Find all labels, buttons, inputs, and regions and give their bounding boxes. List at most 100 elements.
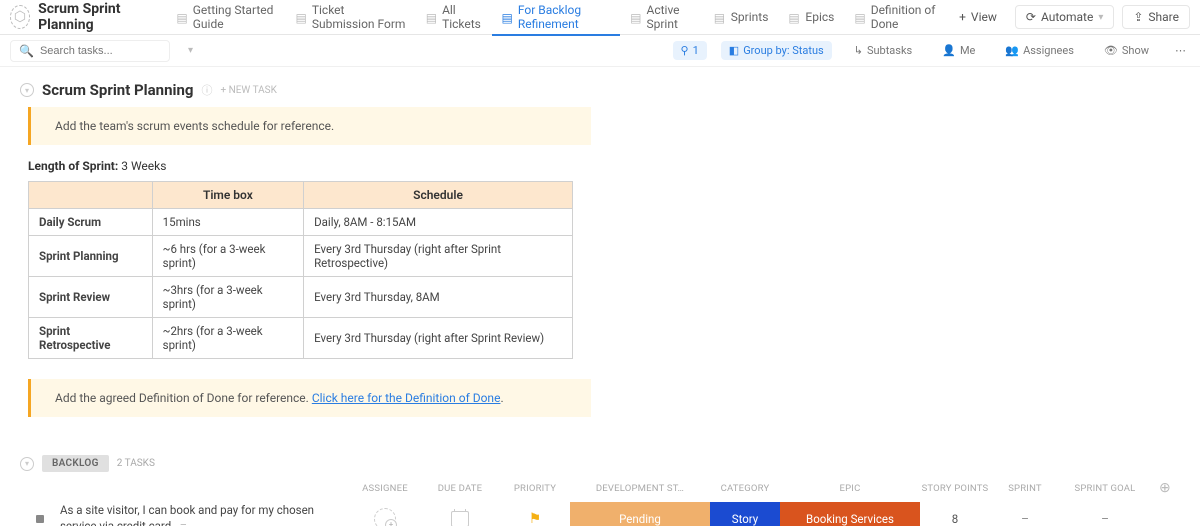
person-icon: 👤: [942, 44, 956, 57]
subtasks-label: Subtasks: [867, 44, 912, 57]
schedule-col-header: [29, 182, 153, 209]
column-header: CATEGORY: [710, 483, 780, 494]
board-icon: ▤: [630, 11, 641, 23]
search-input[interactable]: [40, 45, 182, 57]
share-button[interactable]: ⇪ Share: [1122, 5, 1190, 29]
schedule-row: Daily Scrum15minsDaily, 8AM - 8:15AM: [29, 209, 573, 236]
list-icon: ▤: [714, 11, 726, 23]
assignee-cell[interactable]: [350, 508, 420, 526]
task-title[interactable]: As a site visitor, I can book and pay fo…: [60, 503, 350, 526]
sprint-cell[interactable]: –: [990, 512, 1060, 526]
schedule-row: Sprint Planning~6 hrs (for a 3-week spri…: [29, 236, 573, 277]
list-icon: ▤: [426, 11, 437, 23]
automate-button[interactable]: ⟳ Automate ▾: [1015, 5, 1114, 29]
priority-cell[interactable]: ⚑: [500, 511, 570, 526]
calendar-icon: [451, 511, 469, 526]
group-icon: ◧: [729, 44, 739, 57]
sprint-goal-cell[interactable]: –: [1060, 512, 1150, 526]
tab-label: Sprints: [731, 10, 769, 24]
tab-ticket-submission-form[interactable]: ▤ Ticket Submission Form: [286, 0, 416, 35]
event-timebox: ~6 hrs (for a 3-week sprint): [152, 236, 303, 277]
tab-epics[interactable]: ▤Epics: [778, 0, 844, 35]
people-icon: 👥: [1005, 44, 1019, 57]
show-toggle[interactable]: 👁 Show: [1096, 41, 1157, 60]
due-date-cell[interactable]: [420, 511, 500, 526]
schedule-col-header: Schedule: [304, 182, 573, 209]
add-view-button[interactable]: + View: [949, 6, 1007, 28]
event-schedule: Every 3rd Thursday (right after Sprint R…: [304, 236, 573, 277]
project-icon: ⬡: [10, 5, 30, 29]
more-options[interactable]: ⋯: [1171, 44, 1190, 57]
column-header: PRIORITY: [500, 483, 570, 494]
tab-label: Getting Started Guide: [193, 3, 276, 31]
assignees-label: Assignees: [1023, 44, 1074, 57]
event-name: Daily Scrum: [29, 209, 153, 236]
schedule-table: Time boxSchedule Daily Scrum15minsDaily,…: [28, 181, 573, 359]
search-icon: 🔍: [19, 44, 34, 58]
tab-definition-of-done[interactable]: ▤Definition of Done: [844, 0, 949, 35]
story-points[interactable]: 8: [920, 512, 990, 526]
assignees-filter[interactable]: 👥 Assignees: [997, 41, 1082, 60]
backlog-columns: ASSIGNEEDUE DATEPRIORITYDEVELOPMENT ST…C…: [20, 478, 1180, 502]
tab-for-backlog-refinement[interactable]: ▤For Backlog Refinement: [492, 0, 621, 35]
task-handle[interactable]: [20, 515, 60, 523]
tab-active-sprint[interactable]: ▤ Active Sprint: [620, 0, 704, 35]
new-task-inline[interactable]: + NEW TASK: [220, 85, 276, 96]
subtasks-icon: ↳: [854, 44, 863, 57]
sprint-length-value: 3 Weeks: [121, 159, 166, 173]
backlog-status-chip[interactable]: BACKLOG: [42, 455, 109, 472]
note-schedule: Add the team's scrum events schedule for…: [28, 107, 591, 145]
add-column[interactable]: ⊕: [1150, 480, 1180, 496]
collapse-toggle[interactable]: ▾: [20, 83, 34, 97]
dev-status-tag[interactable]: Pending: [570, 502, 710, 526]
subtasks-toggle[interactable]: ↳ Subtasks: [846, 41, 921, 60]
filter-count-chip[interactable]: ⚲ 1: [673, 41, 707, 60]
tab-sprints[interactable]: ▤ Sprints: [704, 0, 779, 35]
section-title: Scrum Sprint Planning: [42, 81, 193, 99]
column-header: EPIC: [780, 483, 920, 494]
plus-icon: +: [959, 10, 966, 24]
column-header: DUE DATE: [420, 483, 500, 494]
task-count: 2 TASKS: [117, 458, 155, 469]
share-label: Share: [1148, 10, 1179, 24]
share-icon: ⇪: [1133, 10, 1143, 24]
tab-label: Ticket Submission Form: [312, 3, 406, 31]
filter-count: 1: [693, 44, 699, 57]
content-area: ▾ Scrum Sprint Planning ⓘ + NEW TASK Add…: [0, 67, 1200, 526]
eye-icon: 👁: [1104, 44, 1118, 57]
form-icon: ▤: [296, 11, 307, 23]
collapse-backlog[interactable]: ▾: [20, 457, 34, 471]
tab-label: Active Sprint: [646, 3, 693, 31]
tab-getting-started-guide[interactable]: ▤ Getting Started Guide: [166, 0, 285, 35]
category-tag[interactable]: Story: [710, 502, 780, 526]
tab-all-tickets[interactable]: ▤All Tickets: [416, 0, 492, 35]
task-row[interactable]: As a site visitor, I can book and pay fo…: [20, 502, 1180, 526]
chevron-down-icon[interactable]: ▾: [188, 45, 193, 56]
epic-tag[interactable]: Booking Services: [780, 502, 920, 526]
column-header: SPRINT: [990, 483, 1060, 494]
note2-post: .: [500, 391, 503, 405]
me-filter[interactable]: 👤 Me: [934, 41, 983, 60]
note2-pre: Add the agreed Definition of Done for re…: [55, 391, 312, 405]
column-header: SPRINT GOAL: [1060, 483, 1150, 494]
assignee-placeholder[interactable]: [374, 508, 396, 526]
info-icon[interactable]: ⓘ: [201, 82, 212, 98]
search-input-wrap[interactable]: 🔍 ▾: [10, 40, 170, 62]
event-schedule: Every 3rd Thursday, 8AM: [304, 277, 573, 318]
sprint-length-label: Length of Sprint:: [28, 159, 118, 173]
doc-icon: ▤: [176, 11, 187, 23]
doc-icon: ▤: [854, 11, 865, 23]
note1-text: Add the team's scrum events schedule for…: [55, 119, 334, 133]
event-timebox: 15mins: [152, 209, 303, 236]
note-dod: Add the agreed Definition of Done for re…: [28, 379, 591, 417]
event-timebox: ~2hrs (for a 3-week sprint): [152, 318, 303, 359]
automate-label: Automate: [1041, 10, 1093, 24]
dod-link[interactable]: Click here for the Definition of Done: [312, 391, 501, 405]
schedule-row: Sprint Retrospective~2hrs (for a 3-week …: [29, 318, 573, 359]
event-schedule: Daily, 8AM - 8:15AM: [304, 209, 573, 236]
group-by-chip[interactable]: ◧ Group by: Status: [721, 41, 832, 60]
toolbar: 🔍 ▾ ⚲ 1 ◧ Group by: Status ↳ Subtasks 👤 …: [0, 35, 1200, 67]
backlog-header: ▾ BACKLOG 2 TASKS: [20, 455, 1180, 472]
automate-icon: ⟳: [1026, 10, 1036, 24]
show-label: Show: [1122, 44, 1149, 57]
